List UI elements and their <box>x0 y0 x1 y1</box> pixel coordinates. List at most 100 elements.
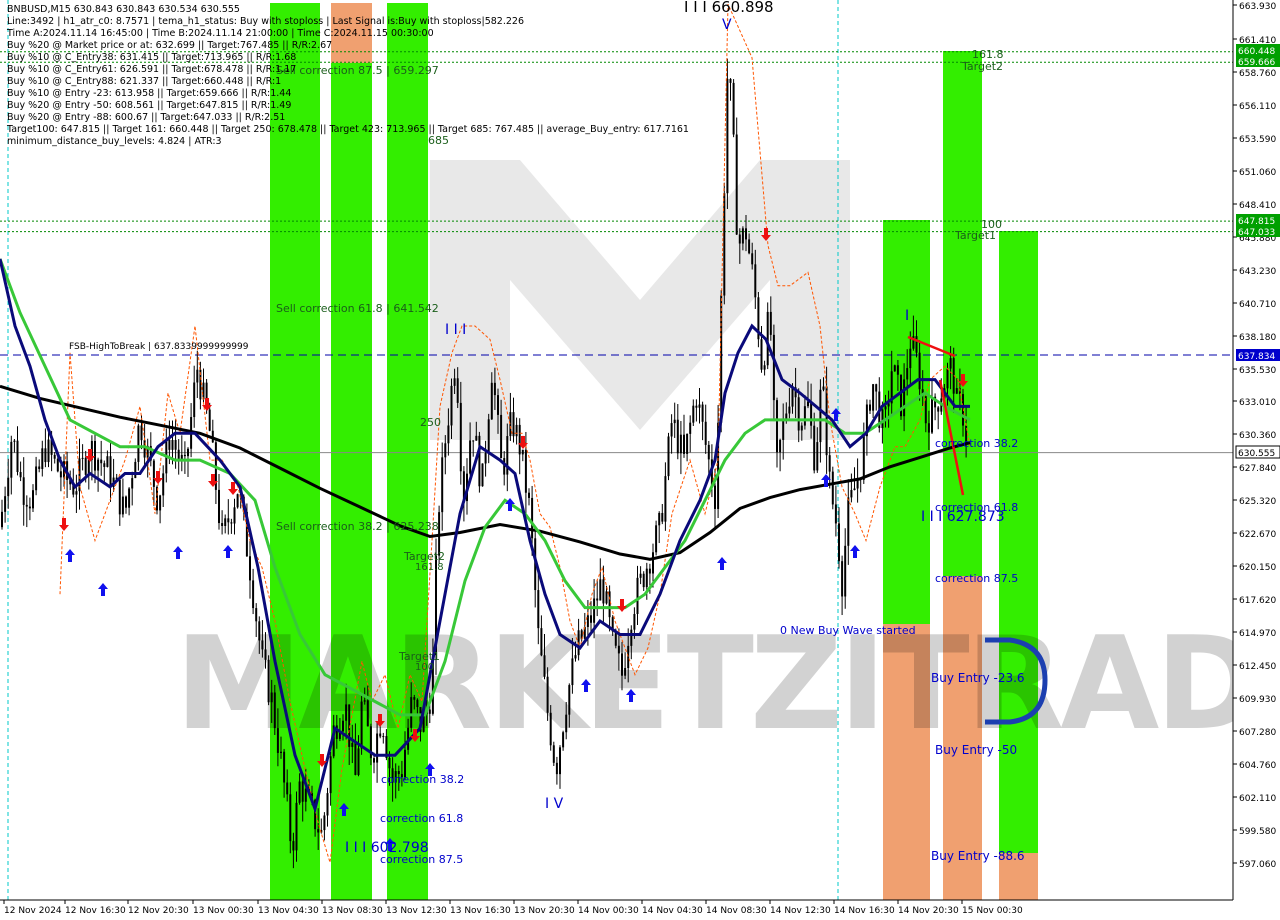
candle-body <box>131 478 134 489</box>
candle-body <box>955 388 958 394</box>
candle-body <box>286 782 289 795</box>
info-line-status: Line:3492 | h1_atr_c0: 8.7571 | tema_h1_… <box>7 16 524 27</box>
candle <box>478 431 481 493</box>
candle-body <box>546 676 549 713</box>
candle-body <box>518 424 521 455</box>
candle-body <box>270 692 273 703</box>
candle-body <box>162 473 165 496</box>
chart-annotation: correction 87.5 <box>935 572 1018 585</box>
candle-body <box>484 452 487 464</box>
candle-body <box>555 762 558 775</box>
candle-body <box>416 699 419 708</box>
price-level-tag-label: 637.834 <box>1238 352 1275 362</box>
candle-body <box>574 655 577 659</box>
candle-body <box>745 228 747 240</box>
candle-body <box>816 442 819 471</box>
candle-body <box>590 615 592 623</box>
candle-body <box>869 404 871 411</box>
candle-body <box>909 348 912 369</box>
candle-body <box>537 590 540 629</box>
candle-body <box>47 439 50 463</box>
candle-body <box>249 556 251 581</box>
chart-annotation: Buy Entry -23.6 <box>931 671 1025 685</box>
price-level-tag-label: 647.033 <box>1238 228 1275 238</box>
candle-body <box>447 425 450 444</box>
candle <box>893 364 896 372</box>
candle-body <box>729 78 732 83</box>
candle <box>732 79 735 138</box>
candle-body <box>221 523 224 527</box>
candle-body <box>295 802 298 851</box>
candle-body <box>168 439 171 450</box>
candle-body <box>97 459 100 471</box>
candle-body <box>487 419 490 453</box>
price-tick-label: 609.930 <box>1239 695 1276 705</box>
candle-body <box>562 732 565 748</box>
candle-body <box>140 425 143 441</box>
candle-body <box>41 448 44 469</box>
candle-body <box>283 751 286 783</box>
candle-body <box>602 579 605 604</box>
candle-body <box>35 466 38 491</box>
candle-body <box>714 485 716 509</box>
candle-body <box>125 496 127 508</box>
candle-body <box>565 714 568 733</box>
candle-body <box>841 561 844 597</box>
candle-body <box>363 700 366 702</box>
candle-body <box>571 658 574 686</box>
time-tick-label: 12 Nov 16:30 <box>65 906 126 916</box>
info-line-c-entry88: Buy %10 @ C_Entry88: 621.337 || Target:6… <box>7 76 282 87</box>
candle-body <box>388 757 391 769</box>
candle-body <box>893 365 896 372</box>
candle-body <box>298 781 301 803</box>
candle-body <box>754 264 757 298</box>
candle-body <box>490 382 493 420</box>
candle-body <box>497 395 499 415</box>
price-tick-label: 633.010 <box>1239 398 1276 408</box>
candle-body <box>655 525 658 553</box>
candle-body <box>171 440 174 450</box>
candle-body <box>174 440 177 450</box>
time-tick-label: 12 Nov 2024 <box>4 906 62 916</box>
candle-body <box>813 425 816 471</box>
candle-body <box>304 788 307 802</box>
candle <box>655 520 658 556</box>
candle-body <box>273 692 276 729</box>
candle-body <box>208 409 211 431</box>
price-level-tag: 630.555 <box>1235 445 1280 459</box>
info-line-min-distance: minimum_distance_buy_levels: 4.824 | ATR… <box>7 136 222 147</box>
candle-body <box>707 444 710 460</box>
candle-body <box>741 228 744 244</box>
candle-body <box>193 382 196 418</box>
candle-body <box>549 712 552 746</box>
candle-body <box>227 518 230 523</box>
candle-body <box>769 311 772 335</box>
time-tick-label: 14 Nov 00:30 <box>578 906 639 916</box>
candle-body <box>701 404 704 422</box>
candle-body <box>521 449 524 455</box>
candle-body <box>528 492 530 498</box>
candle-body <box>791 387 794 407</box>
candle-body <box>379 733 382 737</box>
indicator-info-block: BNBUSD,M15 630.843 630.843 630.534 630.5… <box>7 4 689 148</box>
candle-body <box>673 419 676 424</box>
candle <box>267 655 270 706</box>
time-tick-label: 14 Nov 08:30 <box>706 906 767 916</box>
time-tick-label: 14 Nov 12:30 <box>770 906 831 916</box>
candle <box>236 493 239 509</box>
candle-body <box>342 720 344 732</box>
candle-body <box>661 512 664 522</box>
candle-body <box>326 793 329 816</box>
candle-body <box>608 591 611 618</box>
candle-body <box>648 568 651 574</box>
candle-body <box>568 685 571 715</box>
candle-body <box>329 756 332 794</box>
time-tick-label: 14 Nov 04:30 <box>642 906 703 916</box>
candle-body <box>261 640 264 650</box>
candle-body <box>772 334 775 401</box>
info-line-entry-23: Buy %10 @ Entry -23: 613.958 || Target:6… <box>7 88 292 99</box>
price-tick-label: 597.060 <box>1239 860 1276 870</box>
time-tick-label: 14 Nov 16:30 <box>834 906 895 916</box>
candle-body <box>94 440 96 471</box>
candle-body <box>896 365 899 375</box>
